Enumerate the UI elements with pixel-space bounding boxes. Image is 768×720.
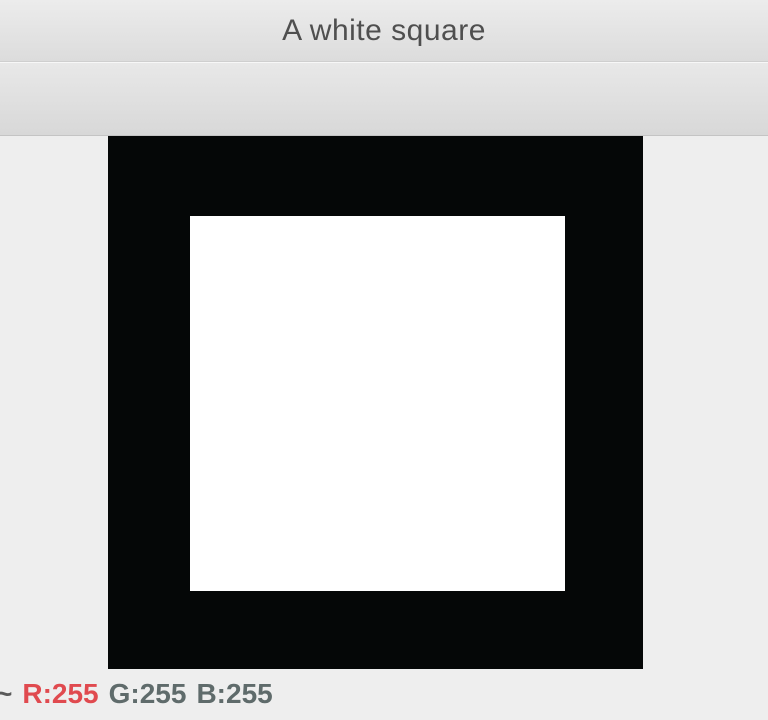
blue-channel-value: B:255 <box>196 678 273 709</box>
image-viewer-window: A white square ~ R:255 G:255 B:255 <box>0 0 768 720</box>
green-channel-value: G:255 <box>108 678 187 709</box>
white-square <box>190 216 565 591</box>
title-bar[interactable]: A white square <box>0 0 768 62</box>
pixel-info-bar: ~ R:255 G:255 B:255 <box>0 672 768 716</box>
red-channel-value: R:255 <box>22 678 99 709</box>
image-canvas[interactable] <box>108 136 643 669</box>
toolbar <box>0 62 768 136</box>
status-prefix: ~ <box>0 678 13 709</box>
window-title: A white square <box>282 13 486 47</box>
